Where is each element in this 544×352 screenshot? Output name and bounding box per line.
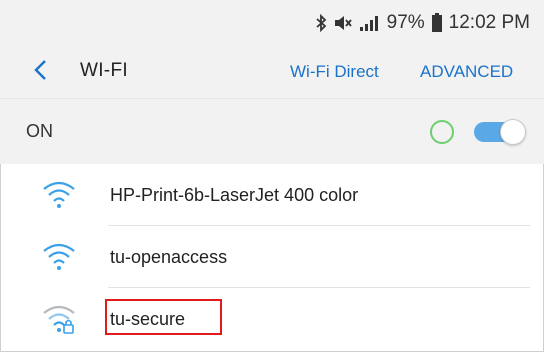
network-name: tu-openaccess: [110, 247, 228, 267]
app-bar: WI-FI Wi-Fi Direct ADVANCED: [0, 46, 544, 98]
toggle-knob: [500, 119, 526, 145]
network-name: HP-Print-6b-LaserJet 400 color: [110, 185, 359, 205]
clock: 12:02 PM: [448, 12, 530, 33]
highlight-annotation: [105, 299, 222, 335]
network-item[interactable]: tu-openaccess: [0, 226, 544, 288]
wifi-toggle-label: ON: [26, 121, 53, 141]
battery-icon: [431, 13, 443, 33]
page-title: WI-FI: [80, 60, 128, 81]
wifi-icon: [42, 242, 76, 272]
wifi-lock-icon: [42, 304, 76, 334]
network-item[interactable]: HP-Print-6b-LaserJet 400 color: [0, 164, 544, 226]
back-button[interactable]: [26, 58, 54, 86]
mute-icon: [333, 14, 353, 32]
wifi-toggle-switch[interactable]: [474, 119, 526, 145]
wifi-direct-button[interactable]: Wi-Fi Direct: [290, 62, 379, 82]
wifi-icon: [42, 180, 76, 210]
advanced-button[interactable]: ADVANCED: [420, 62, 513, 82]
network-item[interactable]: tu-secure: [0, 288, 544, 350]
battery-percent: 97%: [386, 12, 425, 33]
wifi-toggle-row[interactable]: ON: [0, 98, 544, 164]
bluetooth-icon: [315, 14, 327, 32]
status-ring-icon: [430, 120, 454, 144]
network-list: HP-Print-6b-LaserJet 400 color tu-openac…: [0, 164, 544, 350]
status-bar: 97% 12:02 PM: [0, 0, 544, 46]
chevron-left-icon: [33, 59, 47, 86]
signal-icon: [359, 14, 381, 32]
